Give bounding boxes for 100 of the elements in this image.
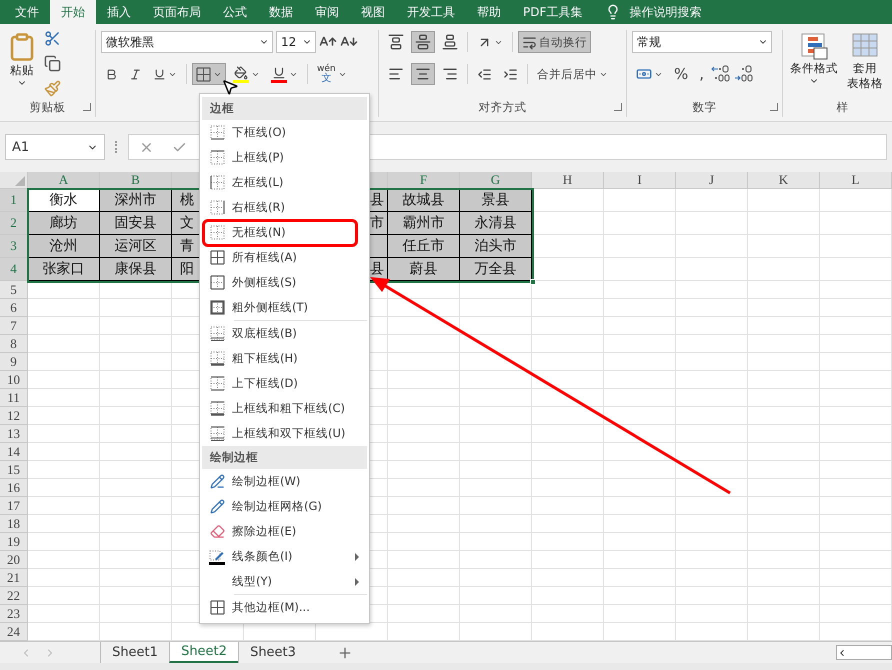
bar-chart-table-icon [800, 32, 828, 60]
ribbon-tab[interactable]: PDF工具集 [512, 0, 594, 24]
row-header[interactable]: 8 [0, 335, 28, 353]
fill-handle[interactable] [530, 279, 536, 285]
row-header[interactable]: 23 [0, 605, 28, 623]
row-header[interactable]: 11 [0, 389, 28, 407]
add-sheet-icon[interactable] [337, 644, 353, 660]
format-as-table-button[interactable]: 套用 表格格 [845, 30, 885, 97]
column-header[interactable]: A [28, 172, 100, 189]
row-header[interactable]: 14 [0, 443, 28, 461]
paste-button[interactable]: 粘贴 [5, 30, 39, 97]
dialog-launcher-icon[interactable] [614, 103, 622, 111]
row-header[interactable]: 6 [0, 299, 28, 317]
button-label: 套用 [853, 61, 877, 75]
row-header[interactable]: 21 [0, 569, 28, 587]
menu-item[interactable]: 绘制边框(W) [202, 469, 367, 494]
row-header[interactable]: 15 [0, 461, 28, 479]
row-header[interactable]: 17 [0, 497, 28, 515]
thick-outside-border-icon [210, 300, 224, 315]
row-header[interactable]: 24 [0, 623, 28, 641]
row-header[interactable]: 10 [0, 371, 28, 389]
dialog-launcher-icon[interactable] [770, 103, 778, 111]
menu-item[interactable]: 线型(Y) [202, 569, 367, 594]
copy-icon[interactable] [44, 55, 61, 72]
menu-item[interactable]: 绘制边框网格(G) [202, 494, 367, 519]
ribbon-tab[interactable]: 帮助 [466, 0, 512, 24]
row-header[interactable]: 4 [0, 258, 28, 281]
column-header[interactable]: G [460, 172, 532, 189]
row-header[interactable]: 13 [0, 425, 28, 443]
row-header[interactable]: 3 [0, 235, 28, 258]
outside-borders-icon [210, 275, 224, 290]
percent-button[interactable]: % [670, 65, 692, 83]
wrap-text-button[interactable]: 自动换行 [518, 31, 591, 53]
sheet-tab[interactable]: Sheet2 [169, 642, 238, 663]
row-header[interactable]: 9 [0, 353, 28, 371]
menu-item[interactable]: 粗下框线(H) [202, 346, 367, 371]
column-header[interactable]: K [748, 172, 820, 189]
ribbon-tab[interactable]: 插入 [96, 0, 142, 24]
menu-item[interactable]: 擦除边框(E) [202, 519, 367, 544]
column-header[interactable]: B [100, 172, 172, 189]
menu-item[interactable]: 下框线(O) [202, 120, 367, 145]
table-cell: 沧州 [28, 235, 100, 258]
row-header[interactable]: 5 [0, 281, 28, 299]
merge-center-button[interactable]: 合并后居中 [533, 63, 612, 85]
ribbon-tab[interactable]: 开发工具 [396, 0, 466, 24]
borders-button[interactable] [192, 63, 226, 85]
name-box[interactable]: A1 [5, 134, 105, 160]
row-header[interactable]: 20 [0, 551, 28, 569]
column-header[interactable]: J [676, 172, 748, 189]
ribbon-tab[interactable]: 开始 [50, 0, 96, 24]
row-header[interactable]: 22 [0, 587, 28, 605]
menu-item[interactable]: 上框线和粗下框线(C) [202, 396, 367, 421]
menu-item-label: 线条颜色(I) [232, 549, 292, 564]
button-label: 条件格式 [790, 61, 838, 75]
bottom-border-icon [210, 125, 224, 140]
left-border-icon [210, 175, 224, 190]
menu-item[interactable]: 上下框线(D) [202, 371, 367, 396]
number-format-field[interactable]: 常规 [632, 31, 772, 53]
ribbon-tab[interactable]: 公式 [212, 0, 258, 24]
ribbon-tab[interactable]: 审阅 [304, 0, 350, 24]
column-header[interactable]: H [532, 172, 604, 189]
comma-button[interactable]: , [695, 65, 708, 83]
menu-item-label: 上下框线(D) [232, 376, 298, 391]
conditional-formatting-button[interactable]: 条件格式 [788, 30, 840, 97]
ribbon-tab[interactable]: 文件 [4, 0, 50, 24]
row-header[interactable]: 7 [0, 317, 28, 335]
decrease-decimal-icon[interactable] [711, 65, 732, 83]
row-header[interactable]: 19 [0, 533, 28, 551]
top-double-bottom-border-icon [210, 426, 224, 441]
ribbon-tab[interactable]: 视图 [350, 0, 396, 24]
scissors-icon[interactable] [44, 30, 61, 47]
group-label: 样 [836, 100, 848, 114]
table-cell: 故城县 [388, 189, 460, 212]
row-header[interactable]: 1 [0, 189, 28, 212]
ribbon-tab[interactable]: 页面布局 [142, 0, 212, 24]
tell-me-search[interactable]: 操作说明搜索 [629, 4, 702, 20]
column-header[interactable]: L [820, 172, 892, 189]
middle-align-button[interactable] [411, 31, 435, 53]
wrap-text-icon [522, 34, 537, 50]
column-header[interactable]: I [604, 172, 676, 189]
horizontal-scrollbar[interactable] [836, 645, 892, 660]
menu-item[interactable]: 粗外侧框线(T) [202, 295, 367, 320]
menu-item[interactable]: 上框线和双下框线(U) [202, 421, 367, 446]
row-header[interactable]: 18 [0, 515, 28, 533]
menu-item[interactable]: 上框线(P) [202, 145, 367, 170]
row-header[interactable]: 16 [0, 479, 28, 497]
row-header[interactable]: 2 [0, 212, 28, 235]
bold-icon [105, 68, 118, 80]
phonetic-button[interactable]: wén 文 [313, 63, 351, 85]
ribbon-tab[interactable]: 数据 [258, 0, 304, 24]
dialog-launcher-icon[interactable] [83, 103, 91, 111]
font-size-field[interactable]: 12 [276, 31, 316, 53]
increase-decimal-icon[interactable] [734, 65, 754, 83]
menu-item[interactable]: 双底框线(B) [202, 321, 367, 346]
row-header[interactable]: 12 [0, 407, 28, 425]
column-header[interactable]: F [388, 172, 460, 189]
menu-item[interactable]: 线条颜色(I) [202, 544, 367, 569]
align-center-button[interactable] [411, 63, 435, 85]
font-name-field[interactable]: 微软雅黑 [101, 31, 273, 53]
menu-item[interactable]: 其他边框(M)... [202, 595, 367, 620]
